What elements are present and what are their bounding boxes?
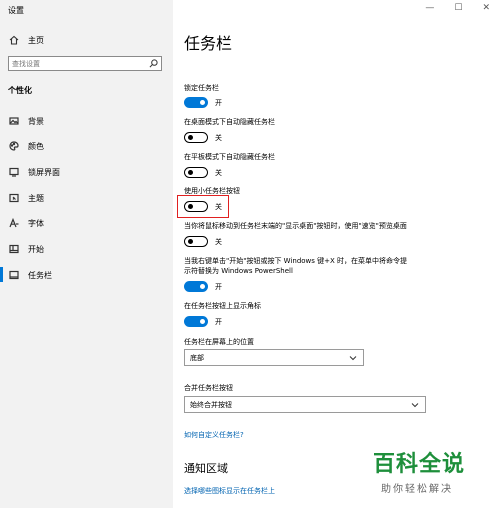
toggle-small-buttons[interactable]: 关: [184, 201, 222, 212]
watermark-title: 百科全说: [373, 452, 466, 477]
sidebar-item-colors[interactable]: 颜色: [8, 139, 44, 153]
sidebar-item-themes[interactable]: 主题: [8, 191, 44, 205]
position-label: 任务栏在屏幕上的位置: [184, 338, 254, 346]
toggle-switch[interactable]: [184, 281, 208, 292]
chevron-down-icon: [349, 356, 357, 361]
toggle-switch[interactable]: [184, 236, 208, 247]
home-icon: [8, 34, 20, 46]
toggle-lock-taskbar[interactable]: 开: [184, 97, 222, 108]
setting-label: 在平板模式下自动隐藏任务栏: [184, 153, 275, 161]
setting-label: 在桌面模式下自动隐藏任务栏: [184, 118, 275, 126]
combine-select[interactable]: 始终合并按钮: [184, 396, 426, 413]
toggle-powershell[interactable]: 开: [184, 281, 222, 292]
sidebar-item-label: 主页: [28, 35, 44, 45]
window-controls: — ☐ ✕: [425, 3, 490, 13]
combine-value: 始终合并按钮: [190, 400, 232, 409]
setting-label: 当你将鼠标移动到任务栏末端的"显示桌面"按钮时，使用"速览"预览桌面: [184, 222, 407, 230]
search-box[interactable]: [8, 56, 162, 71]
setting-label: 示符替换为 Windows PowerShell: [184, 267, 293, 275]
setting-label: 锁定任务栏: [184, 84, 219, 92]
font-icon: [8, 217, 20, 229]
toggle-switch[interactable]: [184, 316, 208, 327]
toggle-state: 开: [215, 282, 222, 291]
toggle-switch[interactable]: [184, 167, 208, 178]
selected-indicator: [0, 267, 3, 282]
theme-icon: [8, 192, 20, 204]
close-button[interactable]: ✕: [482, 3, 490, 13]
watermark-subtitle: 助你轻松解决: [381, 484, 453, 495]
taskbar-icon: [8, 269, 20, 281]
toggle-state: 开: [215, 317, 222, 326]
watermark: 百科全说 助你轻松解决: [373, 446, 465, 495]
sidebar-item-label: 开始: [28, 244, 44, 254]
sidebar-item-label: 任务栏: [28, 270, 52, 280]
sidebar-item-taskbar[interactable]: 任务栏: [8, 268, 52, 282]
sidebar-item-label: 颜色: [28, 141, 44, 151]
toggle-switch[interactable]: [184, 201, 208, 212]
page-title: 任务栏: [184, 34, 233, 53]
position-select[interactable]: 底部: [184, 349, 364, 366]
palette-icon: [8, 140, 20, 152]
sidebar-item-lock-screen[interactable]: 锁屏界面: [8, 165, 60, 179]
sidebar-item-background[interactable]: 背景: [8, 114, 44, 128]
lock-screen-icon: [8, 166, 20, 178]
chevron-down-icon: [411, 403, 419, 408]
sidebar-item-start[interactable]: 开始: [8, 242, 44, 256]
sidebar-item-home[interactable]: 主页: [8, 33, 44, 47]
toggle-autohide-tablet[interactable]: 关: [184, 167, 222, 178]
toggle-state: 关: [215, 202, 222, 211]
toggle-state: 关: [215, 168, 222, 177]
start-icon: [8, 243, 20, 255]
sidebar-item-label: 主题: [28, 193, 44, 203]
notification-area-heading: 通知区域: [184, 462, 228, 475]
setting-label: 当我右键单击"开始"按钮或按下 Windows 键+X 时，在菜单中将命令提: [184, 257, 408, 265]
position-value: 底部: [190, 353, 204, 362]
maximize-button[interactable]: ☐: [454, 3, 462, 13]
minimize-button[interactable]: —: [425, 3, 434, 13]
toggle-switch[interactable]: [184, 132, 208, 143]
toggle-badges[interactable]: 开: [184, 316, 222, 327]
sidebar-item-label: 锁屏界面: [28, 167, 60, 177]
sidebar: 设置 主页 个性化 背景 颜色 锁屏界面 主题: [0, 0, 173, 508]
sidebar-item-label: 背景: [28, 116, 44, 126]
toggle-autohide-desktop[interactable]: 关: [184, 132, 222, 143]
toggle-state: 关: [215, 237, 222, 246]
section-heading: 个性化: [8, 86, 32, 95]
select-icons-link[interactable]: 选择哪些图标显示在任务栏上: [184, 486, 275, 496]
search-input[interactable]: [12, 58, 142, 69]
toggle-state: 开: [215, 98, 222, 107]
window-title: 设置: [8, 6, 24, 15]
sidebar-item-fonts[interactable]: 字体: [8, 216, 44, 230]
customize-taskbar-link[interactable]: 如何自定义任务栏?: [184, 430, 244, 440]
setting-label: 在任务栏按钮上显示角标: [184, 302, 261, 310]
search-icon[interactable]: [149, 59, 158, 68]
toggle-peek[interactable]: 关: [184, 236, 222, 247]
toggle-switch[interactable]: [184, 97, 208, 108]
image-icon: [8, 115, 20, 127]
toggle-state: 关: [215, 133, 222, 142]
combine-label: 合并任务栏按钮: [184, 384, 233, 392]
sidebar-item-label: 字体: [28, 218, 44, 228]
